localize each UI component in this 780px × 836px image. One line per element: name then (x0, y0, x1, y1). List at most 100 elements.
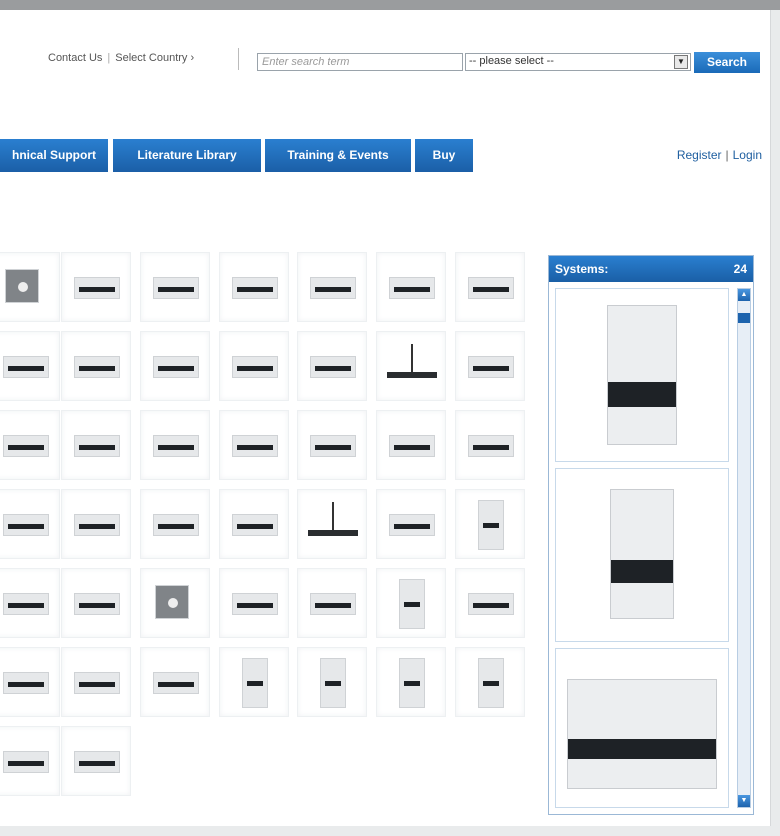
instrument-image (74, 514, 120, 536)
product-thumbnail[interactable] (219, 489, 289, 559)
instrument-image (232, 593, 278, 615)
instrument-image (468, 356, 514, 378)
instrument-image (468, 593, 514, 615)
product-thumbnail[interactable] (297, 647, 367, 717)
product-thumbnail[interactable] (455, 331, 525, 401)
product-thumbnail[interactable] (0, 489, 60, 559)
select-country-link[interactable]: Select Country › (115, 52, 194, 64)
product-thumbnail[interactable] (219, 252, 289, 322)
product-thumbnail[interactable] (376, 489, 446, 559)
product-thumbnail[interactable] (0, 568, 60, 638)
product-thumbnail[interactable] (455, 410, 525, 480)
scroll-up-icon[interactable]: ▲ (738, 289, 750, 301)
instrument-image (74, 356, 120, 378)
instrument-image (310, 277, 356, 299)
product-thumbnail[interactable] (219, 331, 289, 401)
instrument-image (468, 435, 514, 457)
instrument-image (74, 751, 120, 773)
instrument-image (387, 344, 437, 378)
product-thumbnail[interactable] (376, 410, 446, 480)
system-image (567, 679, 717, 789)
product-thumbnail[interactable] (140, 410, 210, 480)
product-thumbnail[interactable] (140, 568, 210, 638)
system-item[interactable] (555, 468, 729, 642)
product-thumbnail[interactable] (219, 410, 289, 480)
tab-buy[interactable]: Buy (415, 139, 473, 172)
product-thumbnail[interactable] (0, 726, 60, 796)
scroll-thumb[interactable] (738, 313, 750, 323)
instrument-image (232, 514, 278, 536)
instrument-image (155, 585, 189, 619)
product-thumbnail[interactable] (455, 568, 525, 638)
utility-links: Contact Us | Select Country › (48, 52, 194, 64)
product-thumbnail[interactable] (455, 647, 525, 717)
instrument-image (74, 672, 120, 694)
instrument-image (232, 356, 278, 378)
product-thumbnail[interactable] (376, 568, 446, 638)
product-thumbnail[interactable] (0, 410, 60, 480)
product-thumbnail[interactable] (455, 252, 525, 322)
product-thumbnail[interactable] (140, 647, 210, 717)
search-input[interactable] (257, 53, 463, 71)
systems-panel: Systems: 24 ▲ ▼ (548, 255, 754, 815)
instrument-image (153, 435, 199, 457)
product-thumbnail[interactable] (61, 410, 131, 480)
login-link[interactable]: Login (733, 148, 762, 162)
instrument-image (399, 658, 425, 708)
instrument-image (153, 672, 199, 694)
product-thumbnail[interactable] (0, 252, 60, 322)
instrument-image (399, 579, 425, 629)
chevron-down-icon[interactable]: ▼ (674, 55, 688, 69)
instrument-image (389, 514, 435, 536)
product-thumbnail[interactable] (61, 252, 131, 322)
tab-literature-library[interactable]: Literature Library (113, 139, 261, 172)
instrument-image (232, 277, 278, 299)
instrument-image (389, 435, 435, 457)
tab-training-events[interactable]: Training & Events (265, 139, 411, 172)
instrument-image (310, 435, 356, 457)
product-thumbnail[interactable] (61, 489, 131, 559)
product-thumbnail[interactable] (61, 331, 131, 401)
product-thumbnail[interactable] (297, 489, 367, 559)
contact-us-link[interactable]: Contact Us (48, 52, 102, 64)
instrument-image (3, 672, 49, 694)
instrument-image (3, 514, 49, 536)
instrument-image (232, 435, 278, 457)
product-thumbnail[interactable] (0, 647, 60, 717)
instrument-image (308, 502, 358, 536)
product-thumbnail[interactable] (297, 331, 367, 401)
product-thumbnail[interactable] (61, 726, 131, 796)
systems-scrollbar[interactable]: ▲ ▼ (737, 288, 751, 808)
product-thumbnail[interactable] (376, 331, 446, 401)
systems-header: Systems: 24 (549, 256, 753, 282)
product-thumbnail[interactable] (140, 252, 210, 322)
product-thumbnail[interactable] (61, 647, 131, 717)
product-thumbnail[interactable] (297, 252, 367, 322)
product-thumbnail[interactable] (219, 568, 289, 638)
product-thumbnail[interactable] (140, 331, 210, 401)
instrument-image (74, 435, 120, 457)
product-thumbnail[interactable] (219, 647, 289, 717)
tab-technical-support[interactable]: hnical Support (0, 139, 108, 172)
instrument-image (153, 356, 199, 378)
product-thumbnail[interactable] (0, 331, 60, 401)
instrument-image (310, 356, 356, 378)
page-content: Contact Us | Select Country › -- please se… (0, 10, 770, 826)
register-link[interactable]: Register (677, 148, 722, 162)
product-thumbnail[interactable] (297, 568, 367, 638)
product-thumbnail[interactable] (61, 568, 131, 638)
search-category-select[interactable]: -- please select -- ▼ (465, 53, 691, 71)
instrument-image (74, 593, 120, 615)
product-thumbnail[interactable] (376, 252, 446, 322)
search-button[interactable]: Search (694, 52, 760, 73)
system-item[interactable] (555, 288, 729, 462)
instrument-image (3, 356, 49, 378)
product-thumbnail[interactable] (455, 489, 525, 559)
product-thumbnail[interactable] (140, 489, 210, 559)
system-item[interactable] (555, 648, 729, 808)
instrument-image (478, 658, 504, 708)
scroll-down-icon[interactable]: ▼ (738, 795, 750, 807)
product-thumbnail[interactable] (297, 410, 367, 480)
product-thumbnail[interactable] (376, 647, 446, 717)
instrument-image (310, 593, 356, 615)
